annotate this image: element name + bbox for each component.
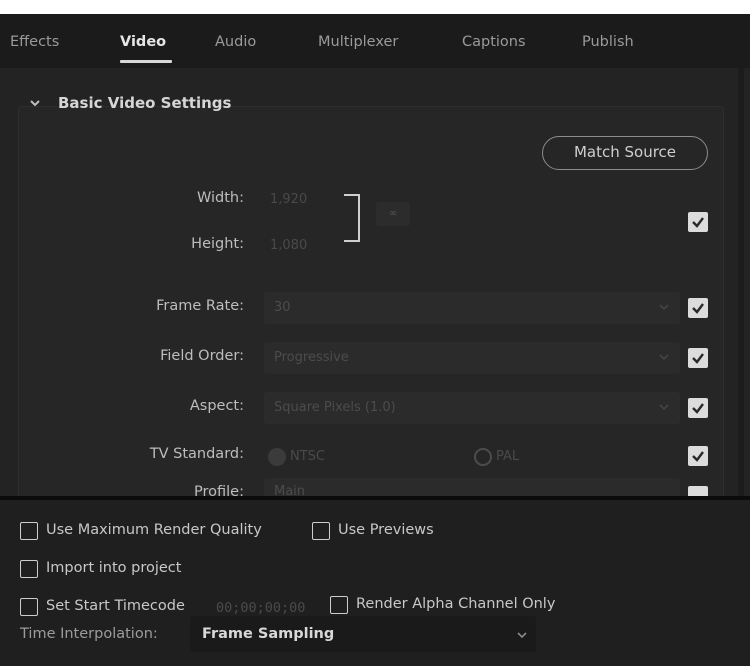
start-timecode-value[interactable]: 00;00;00;00 (216, 600, 305, 616)
max-render-quality-label[interactable]: Use Maximum Render Quality (46, 522, 262, 538)
height-label: Height: (191, 236, 244, 252)
profile-select[interactable]: Main (264, 478, 680, 499)
video-settings-panel: Basic Video Settings Match Source Width:… (0, 68, 750, 506)
section-title[interactable]: Basic Video Settings (58, 94, 231, 112)
bottom-options: Use Maximum Render Quality Use Previews … (0, 500, 750, 666)
tab-publish[interactable]: Publish (582, 34, 634, 50)
time-interpolation-value: Frame Sampling (202, 626, 335, 642)
tab-multiplexer[interactable]: Multiplexer (318, 34, 398, 50)
frame-rate-select[interactable]: 30 (264, 292, 680, 324)
chevron-down-icon (659, 404, 669, 411)
tv-standard-label: TV Standard: (149, 446, 244, 462)
ntsc-label: NTSC (290, 449, 325, 464)
dimension-link-bracket (344, 194, 360, 242)
tab-video[interactable]: Video (120, 34, 166, 50)
profile-match-checkbox[interactable] (688, 486, 708, 496)
export-settings-window: Effects Video Audio Multiplexer Captions… (0, 14, 750, 666)
field-order-match-checkbox[interactable] (688, 348, 708, 368)
chevron-down-icon (659, 354, 669, 361)
tab-audio[interactable]: Audio (215, 34, 256, 50)
frame-rate-value: 30 (274, 300, 291, 315)
aspect-match-checkbox[interactable] (688, 398, 708, 418)
render-alpha-label[interactable]: Render Alpha Channel Only (356, 596, 555, 612)
set-start-timecode-checkbox[interactable] (20, 598, 38, 616)
use-previews-label[interactable]: Use Previews (338, 522, 434, 538)
width-height-match-checkbox[interactable] (688, 212, 708, 232)
match-source-button[interactable]: Match Source (542, 136, 708, 170)
checkmark-icon (692, 403, 704, 414)
aspect-value: Square Pixels (1.0) (274, 400, 396, 415)
tab-captions[interactable]: Captions (462, 34, 526, 50)
ntsc-radio[interactable] (268, 448, 286, 466)
time-interpolation-label: Time Interpolation: (20, 626, 158, 642)
link-icon[interactable]: ∞ (376, 202, 410, 226)
width-label: Width: (196, 190, 244, 206)
set-start-timecode-label[interactable]: Set Start Timecode (46, 598, 185, 614)
use-previews-checkbox[interactable] (312, 522, 330, 540)
field-order-select[interactable]: Progressive (264, 342, 680, 374)
active-tab-indicator (120, 60, 172, 63)
frame-rate-match-checkbox[interactable] (688, 298, 708, 318)
pal-label: PAL (496, 449, 520, 464)
max-render-quality-checkbox[interactable] (20, 522, 38, 540)
checkmark-icon (692, 451, 704, 462)
chevron-down-icon[interactable] (28, 96, 42, 110)
render-alpha-checkbox[interactable] (330, 596, 348, 614)
chevron-down-icon (517, 632, 527, 639)
width-value[interactable]: 1,920 (270, 192, 307, 207)
aspect-label: Aspect: (189, 398, 244, 414)
field-order-label: Field Order: (160, 348, 244, 364)
chevron-down-icon (659, 304, 669, 311)
pal-radio[interactable] (474, 448, 492, 466)
aspect-select[interactable]: Square Pixels (1.0) (264, 392, 680, 424)
time-interpolation-select[interactable]: Frame Sampling (190, 616, 536, 652)
frame-rate-label: Frame Rate: (156, 298, 244, 314)
checkmark-icon (692, 217, 704, 228)
checkmark-icon (692, 353, 704, 364)
height-value[interactable]: 1,080 (270, 238, 307, 253)
checkmark-icon (692, 303, 704, 314)
field-order-value: Progressive (274, 350, 349, 365)
import-into-project-checkbox[interactable] (20, 560, 38, 578)
import-into-project-label[interactable]: Import into project (46, 560, 181, 576)
tv-standard-match-checkbox[interactable] (688, 446, 708, 466)
tab-effects[interactable]: Effects (10, 34, 59, 50)
tab-bar: Effects Video Audio Multiplexer Captions… (0, 14, 750, 68)
scrollbar[interactable] (738, 68, 744, 496)
